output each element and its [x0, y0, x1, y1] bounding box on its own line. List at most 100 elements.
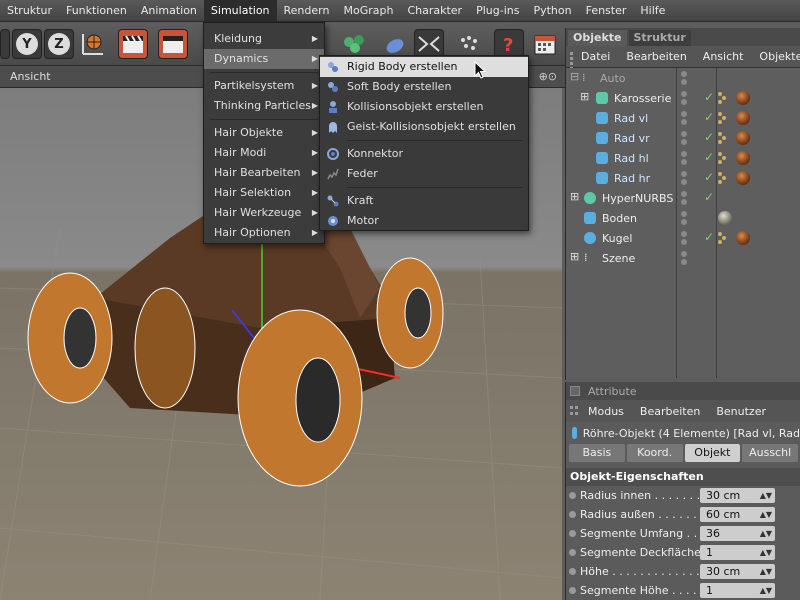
stepper-icon[interactable]: ▲▼: [760, 564, 772, 579]
visibility-dots[interactable]: [681, 91, 689, 105]
material-tag-icon[interactable]: [736, 231, 750, 245]
menu-item-thinking-particles[interactable]: Thinking Particles ▶: [204, 96, 324, 116]
render-picture-viewer-button[interactable]: [158, 29, 188, 59]
menu-funktionen[interactable]: Funktionen: [59, 0, 134, 22]
material-tag-icon[interactable]: [736, 91, 750, 105]
object-row-rad-hr[interactable]: Rad hr ✓: [566, 168, 800, 188]
visibility-dots[interactable]: [681, 131, 689, 145]
property-field[interactable]: 30 cm ▲▼: [700, 564, 775, 579]
menu-item-motor[interactable]: Motor: [320, 211, 528, 231]
menu-item-force[interactable]: Kraft: [320, 191, 528, 211]
enabled-check-icon[interactable]: ✓: [704, 170, 714, 184]
stepper-icon[interactable]: ▲▼: [760, 545, 772, 560]
visibility-dots[interactable]: [681, 191, 689, 205]
attributes-menu-benutzer[interactable]: Benutzer: [708, 405, 774, 418]
stepper-icon[interactable]: ▲▼: [760, 507, 772, 522]
axis-z-button[interactable]: Z: [44, 29, 74, 59]
enabled-check-icon[interactable]: ✓: [704, 130, 714, 144]
animation-dot[interactable]: [569, 492, 576, 499]
menu-python[interactable]: Python: [526, 0, 578, 22]
material-tag-icon[interactable]: [736, 171, 750, 185]
property-field[interactable]: 1 ▲▼: [700, 583, 775, 598]
menu-rendern[interactable]: Rendern: [277, 0, 337, 22]
menu-hilfe[interactable]: Hilfe: [633, 0, 672, 22]
render-view-button[interactable]: [118, 29, 148, 59]
material-tag-icon[interactable]: [736, 111, 750, 125]
axis-x-button[interactable]: [0, 29, 10, 59]
enabled-check-icon[interactable]: ✓: [704, 190, 714, 204]
menu-simulation[interactable]: Simulation: [203, 0, 277, 22]
property-field[interactable]: 30 cm ▲▼: [700, 488, 775, 503]
attributes-menu-bearbeiten[interactable]: Bearbeiten: [632, 405, 708, 418]
menu-struktur[interactable]: Struktur: [0, 0, 59, 22]
objects-menu-bearbeiten[interactable]: Bearbeiten: [618, 50, 694, 63]
menu-item-spring[interactable]: Feder: [320, 164, 528, 184]
menu-item-hair-werkzeuge[interactable]: Hair Werkzeuge ▶: [204, 203, 324, 223]
enabled-check-icon[interactable]: ✓: [704, 110, 714, 124]
panel-grip-icon[interactable]: [570, 406, 580, 416]
attributes-menu-modus[interactable]: Modus: [580, 405, 632, 418]
floor-material-tag-icon[interactable]: [718, 211, 732, 225]
animation-dot[interactable]: [569, 587, 576, 594]
object-row-rad-vr[interactable]: Rad vr ✓: [566, 128, 800, 148]
objects-menu-datei[interactable]: Datei: [573, 50, 618, 63]
visibility-dots[interactable]: [681, 231, 689, 245]
viewport-menu-ansicht[interactable]: Ansicht: [10, 70, 51, 83]
stepper-icon[interactable]: ▲▼: [760, 526, 772, 541]
visibility-dots[interactable]: [681, 171, 689, 185]
viewport-nav-icons[interactable]: ⊕⊙: [539, 70, 557, 83]
menu-item-dynamics[interactable]: Dynamics ▶: [204, 49, 324, 69]
enabled-check-icon[interactable]: ✓: [704, 90, 714, 104]
expand-icon[interactable]: ⊞: [580, 90, 589, 103]
enabled-check-icon[interactable]: ✓: [704, 230, 714, 244]
menu-fenster[interactable]: Fenster: [579, 0, 634, 22]
menu-item-soft-body[interactable]: Soft Body erstellen: [320, 77, 528, 97]
visibility-dots[interactable]: [681, 151, 689, 165]
material-tag-icon[interactable]: [736, 151, 750, 165]
menu-mograph[interactable]: MoGraph: [336, 0, 400, 22]
object-row-boden[interactable]: Boden: [566, 208, 800, 228]
tab-koord[interactable]: Koord.: [626, 444, 683, 462]
object-row-rad-hl[interactable]: Rad hl ✓: [566, 148, 800, 168]
material-tag-icon[interactable]: [736, 131, 750, 145]
animation-dot[interactable]: [569, 549, 576, 556]
object-row-kugel[interactable]: Kugel ✓: [566, 228, 800, 248]
property-field[interactable]: 60 cm ▲▼: [700, 507, 775, 522]
menu-item-hair-optionen[interactable]: Hair Optionen ▶: [204, 223, 324, 243]
expand-icon[interactable]: ⊞: [570, 190, 579, 203]
menu-item-hair-objekte[interactable]: Hair Objekte ▶: [204, 123, 324, 143]
property-field[interactable]: 36 ▲▼: [700, 526, 775, 541]
collapse-icon[interactable]: ⊟: [570, 70, 579, 83]
tab-objekte[interactable]: Objekte: [568, 30, 627, 46]
layout-button[interactable]: [530, 29, 560, 59]
animation-dot[interactable]: [569, 568, 576, 575]
menu-plugins[interactable]: Plug-ins: [469, 0, 526, 22]
expand-icon[interactable]: ⊞: [570, 250, 579, 263]
menu-charakter[interactable]: Charakter: [400, 0, 469, 22]
object-row-auto[interactable]: ⊟ ⁞ Auto: [566, 68, 800, 88]
menu-item-hair-selektion[interactable]: Hair Selektion ▶: [204, 183, 324, 203]
object-row-hypernurbs[interactable]: ⊞ HyperNURBS ✓: [566, 188, 800, 208]
visibility-dots[interactable]: [681, 71, 689, 85]
menu-item-kleidung[interactable]: Kleidung ▶: [204, 29, 324, 49]
property-field[interactable]: 1 ▲▼: [700, 545, 775, 560]
animation-dot[interactable]: [569, 511, 576, 518]
axis-y-button[interactable]: Y: [12, 29, 42, 59]
tab-ausschluss[interactable]: Ausschl: [742, 444, 798, 462]
objects-menu-objekte[interactable]: Objekte: [751, 50, 800, 63]
menu-item-ghost-collision-object[interactable]: Geist-Kollisionsobjekt erstellen: [320, 117, 528, 137]
enabled-check-icon[interactable]: ✓: [704, 150, 714, 164]
tab-objekt[interactable]: Objekt: [684, 444, 741, 462]
menu-animation[interactable]: Animation: [134, 0, 204, 22]
visibility-dots[interactable]: [681, 111, 689, 125]
animation-dot[interactable]: [569, 530, 576, 537]
object-row-karosserie[interactable]: ⊞ Karosserie ✓: [566, 88, 800, 108]
menu-item-connector[interactable]: Konnektor: [320, 144, 528, 164]
tab-basis[interactable]: Basis: [569, 444, 625, 462]
visibility-dots[interactable]: [681, 251, 689, 265]
stepper-icon[interactable]: ▲▼: [760, 488, 772, 503]
object-row-rad-vl[interactable]: Rad vl ✓: [566, 108, 800, 128]
coordinate-system-button[interactable]: [76, 29, 106, 59]
panel-toggle-checkbox[interactable]: [570, 386, 580, 396]
menu-item-rigid-body[interactable]: Rigid Body erstellen: [320, 57, 528, 77]
